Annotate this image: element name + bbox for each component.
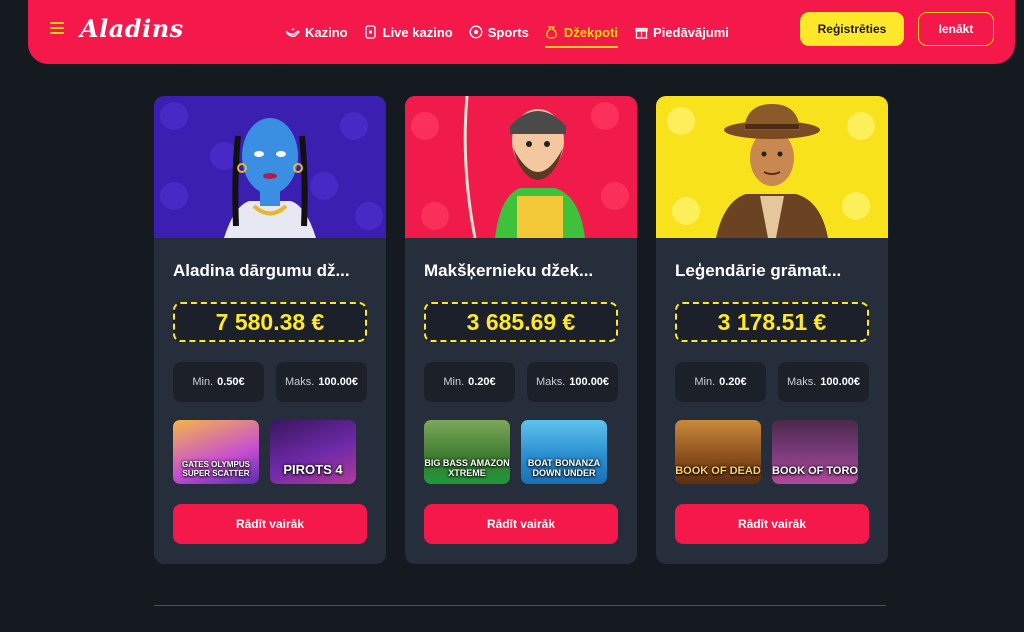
jackpot-card: Aladina dārgumu dž... 7 580.38 € Min. 0.5… [154, 96, 386, 564]
jackpot-title: Makšķernieku džek... [424, 261, 594, 280]
game-thumbnail[interactable]: BOOK OF DEAD [675, 420, 761, 484]
nav-item-kazino[interactable]: Kazino [286, 20, 348, 44]
login-button[interactable]: Ienākt [918, 12, 994, 46]
jackpot-amount: 3 178.51 € [675, 302, 869, 342]
nav-label: Kazino [305, 24, 348, 40]
max-bet: Maks. 100.00€ [527, 362, 618, 402]
game-thumbnail[interactable]: GATES OLYMPUS SUPER SCATTER [173, 420, 259, 484]
show-more-button[interactable]: Rādīt vairāk [424, 504, 618, 544]
game-thumbnail[interactable]: BIG BASS AMAZON XTREME [424, 420, 510, 484]
game-title: BIG BASS AMAZON XTREME [424, 458, 510, 478]
jackpot-title: Aladina dārgumu dž... [173, 261, 350, 280]
game-thumbnail[interactable]: PIROTS 4 [270, 420, 356, 484]
menu-icon[interactable] [50, 22, 64, 34]
max-bet: Maks. 100.00€ [778, 362, 869, 402]
min-value: 0.50€ [217, 376, 245, 388]
game-thumbnail[interactable]: BOOK OF TORO [772, 420, 858, 484]
game-title: BOAT BONANZA DOWN UNDER [527, 458, 601, 478]
nav-item-live-kazino[interactable]: Live kazino [364, 20, 453, 44]
logo[interactable]: Aladins [80, 14, 184, 43]
min-bet: Min. 0.50€ [173, 362, 264, 402]
min-label: Min. [694, 376, 716, 388]
top-header: Aladins Kazino Live kazino Sports Džekpo… [28, 0, 1015, 64]
nav-label: Piedāvājumi [653, 24, 729, 40]
lamp-icon [286, 25, 300, 39]
max-bet: Maks. 100.00€ [276, 362, 367, 402]
show-more-button[interactable]: Rādīt vairāk [675, 504, 869, 544]
jackpot-hero-image[interactable] [154, 96, 386, 238]
min-label: Min. [443, 376, 465, 388]
nav-label: Live kazino [382, 24, 453, 40]
max-label: Maks. [786, 376, 817, 388]
nav-label: Sports [487, 24, 529, 40]
min-value: 0.20€ [468, 376, 496, 388]
jackpot-amount: 7 580.38 € [173, 302, 367, 342]
jackpot-card: Makšķernieku džek... 3 685.69 € Min. 0.20… [405, 96, 637, 564]
moneybag-icon [545, 25, 559, 39]
max-value: 100.00€ [820, 376, 861, 388]
footer-divider [154, 605, 886, 606]
game-thumbnail[interactable]: BOAT BONANZA DOWN UNDER [521, 420, 607, 484]
nav-item-dzekpoti[interactable]: Džekpoti [544, 20, 619, 48]
max-label: Maks. [535, 376, 566, 388]
min-bet: Min. 0.20€ [675, 362, 766, 402]
jackpot-card: Leģendārie grāmat... 3 178.51 € Min. 0.20… [656, 96, 888, 564]
show-more-button[interactable]: Rādīt vairāk [173, 504, 367, 544]
gift-icon [634, 25, 648, 39]
nav-item-sports[interactable]: Sports [469, 20, 529, 44]
register-button[interactable]: Reģistrēties [800, 12, 904, 46]
nav-label: Džekpoti [563, 24, 619, 40]
min-label: Min. [192, 376, 214, 388]
main-nav: Kazino Live kazino Sports Džekpoti Piedā… [286, 20, 745, 48]
min-value: 0.20€ [719, 376, 747, 388]
ball-icon [469, 25, 483, 39]
jackpot-title: Leģendārie grāmat... [675, 261, 842, 280]
max-label: Maks. [284, 376, 315, 388]
game-title: PIROTS 4 [283, 462, 343, 477]
jackpot-hero-image[interactable] [405, 96, 637, 238]
game-title: BOOK OF TORO [772, 465, 858, 477]
max-value: 100.00€ [318, 376, 359, 388]
game-title: BOOK OF DEAD [675, 465, 761, 477]
jackpot-amount: 3 685.69 € [424, 302, 618, 342]
max-value: 100.00€ [569, 376, 610, 388]
game-title: GATES OLYMPUS SUPER SCATTER [181, 460, 250, 478]
jackpot-hero-image[interactable] [656, 96, 888, 238]
nav-item-piedavajumi[interactable]: Piedāvājumi [634, 20, 729, 44]
min-bet: Min. 0.20€ [424, 362, 515, 402]
card-icon [364, 25, 378, 39]
